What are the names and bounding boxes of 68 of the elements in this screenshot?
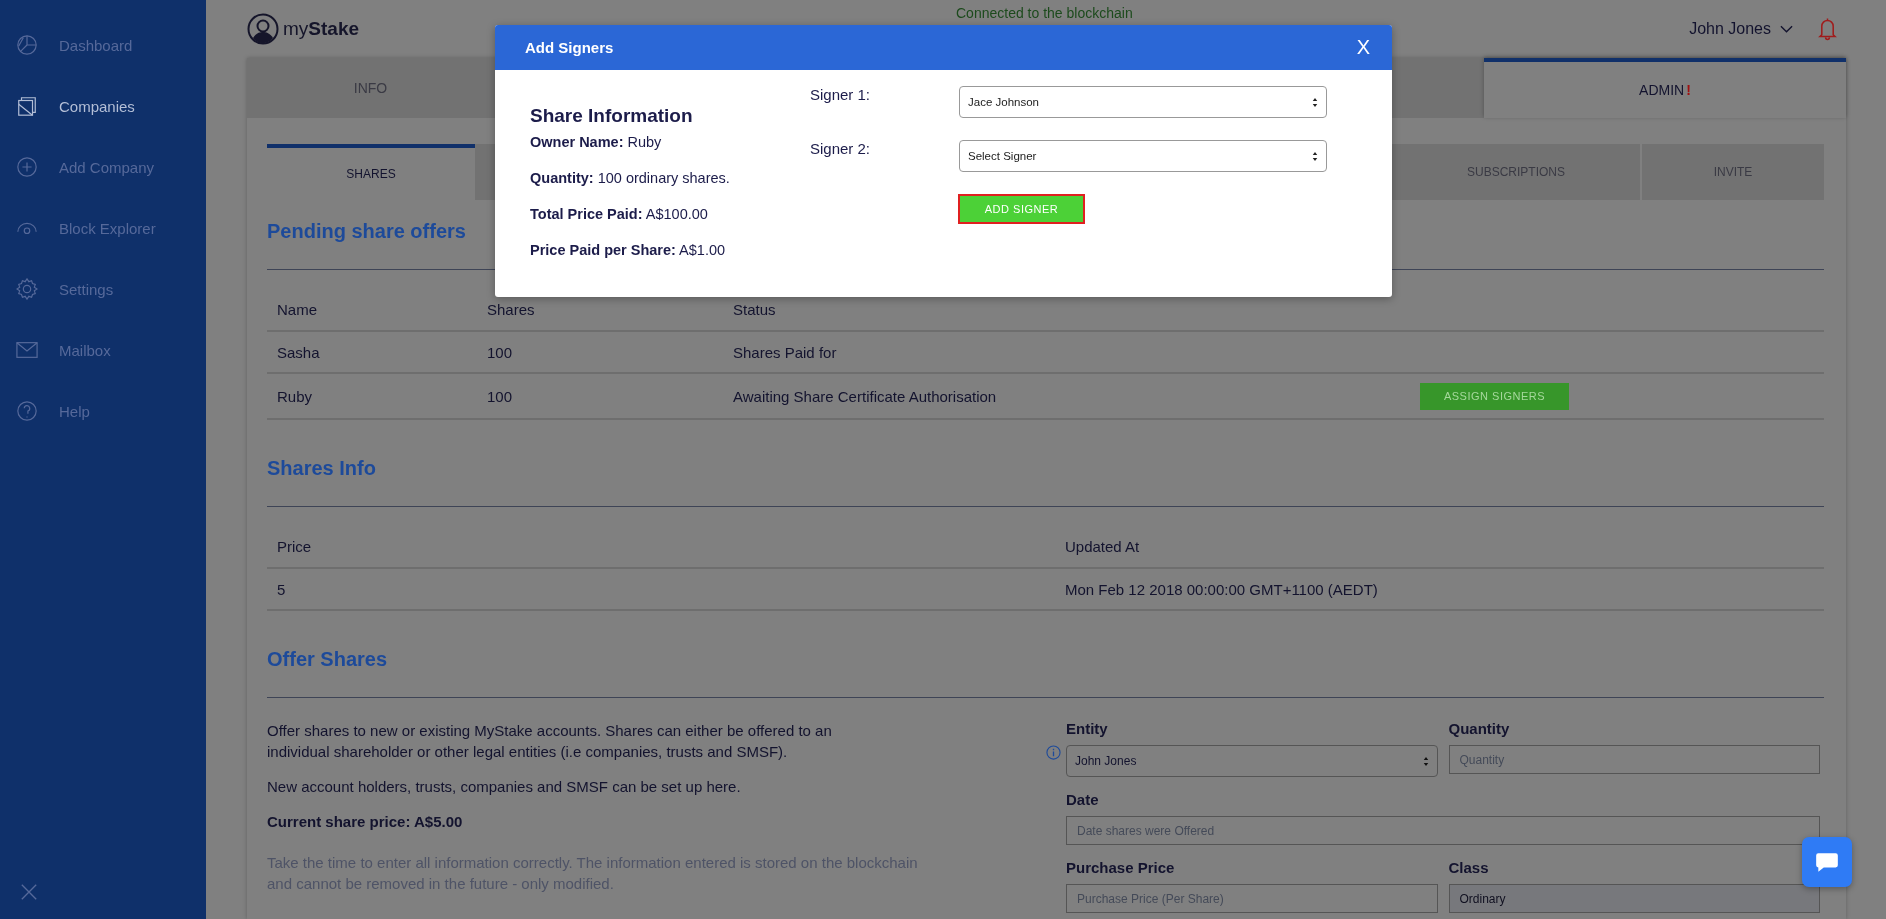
field-label: Purchase Price xyxy=(1066,859,1176,877)
field-label: Signer 2: xyxy=(810,140,872,158)
chat-button[interactable] xyxy=(1802,837,1852,887)
section-heading: Shares Info xyxy=(267,456,1824,507)
tab[interactable]: INVITE xyxy=(1642,144,1824,200)
table-cell: 100 xyxy=(477,373,723,419)
field-label: Class xyxy=(1448,859,1490,877)
paragraph: Current share price: A$5.00 xyxy=(267,812,464,832)
field-label: Signer 1: xyxy=(810,86,872,104)
mail-icon xyxy=(16,339,38,361)
signer-select[interactable]: Jace Johnson xyxy=(959,86,1327,118)
section-heading: Offer Shares xyxy=(267,647,1824,698)
table-cell: Sasha xyxy=(267,331,477,373)
input-field[interactable]: Purchase Price (Per Share) xyxy=(1066,884,1438,913)
table-cell: Ruby xyxy=(267,373,477,419)
sidebar-item[interactable]: Companies xyxy=(0,94,206,118)
sidebar-item[interactable]: Settings xyxy=(0,277,206,301)
signer-select[interactable]: Select Signer xyxy=(959,140,1327,172)
column-header: Updated At xyxy=(1055,507,1824,568)
tab[interactable]: SHARES xyxy=(267,144,475,200)
field-label: Entity xyxy=(1066,720,1109,738)
dialog-title: Add Signers xyxy=(525,39,614,56)
sidebar-item[interactable]: Add Company xyxy=(0,155,206,179)
table-cell: Mon Feb 12 2018 00:00:00 GMT+1100 (AEDT) xyxy=(1055,568,1824,610)
column-header: Name xyxy=(267,270,477,331)
input-field[interactable]: Quantity xyxy=(1448,745,1820,774)
paragraph: New account holders, trusts, companies and SMSF can be set up here. xyxy=(267,777,742,797)
close-button[interactable]: X xyxy=(1352,36,1374,59)
connection-status: Connected to the blockchain xyxy=(956,5,1133,21)
tab[interactable]: INFO xyxy=(247,58,494,118)
help-icon xyxy=(16,400,38,422)
bell-icon[interactable] xyxy=(1818,17,1837,41)
add-signer-button[interactable]: ADD SIGNER xyxy=(958,194,1085,224)
select-arrows-icon xyxy=(1312,96,1318,108)
close-icon[interactable] xyxy=(20,883,38,901)
assign-signers-button[interactable]: ASSIGN SIGNERS xyxy=(1420,382,1569,410)
settings-icon xyxy=(16,278,38,300)
info-line: Owner Name: Ruby xyxy=(530,133,663,152)
pie-chart-icon xyxy=(16,34,38,56)
tab[interactable]: ADMIN! xyxy=(1484,58,1846,118)
paragraph: Offer shares to new or existing MyStake accounts. Shares can either be offered to an individual shareholder or other legal entities (i.e companies, trusts and SMSF). xyxy=(267,721,833,762)
chevron-down-icon xyxy=(1780,25,1793,33)
folder-icon xyxy=(16,95,38,117)
info-heading: Share Information xyxy=(530,104,694,128)
sidebar-item[interactable]: Help xyxy=(0,399,206,423)
logo-icon xyxy=(247,13,279,45)
table-cell: Shares Paid for xyxy=(723,331,1410,373)
info-line: Quantity: 100 ordinary shares. xyxy=(530,169,731,188)
sidebar-item[interactable]: Block Explorer xyxy=(0,216,206,240)
info-line: Price Paid per Share: A$1.00 xyxy=(530,241,727,260)
table-cell: Awaiting Share Certificate Authorisation xyxy=(723,373,1410,419)
entity-select[interactable]: John Jones xyxy=(1066,745,1438,777)
field-label: Quantity xyxy=(1448,720,1511,738)
input-field[interactable]: Date shares were Offered xyxy=(1066,816,1820,845)
user-menu[interactable]: John Jones xyxy=(1689,20,1793,38)
sidebar-item[interactable]: Dashboard xyxy=(0,33,206,57)
select-arrows-icon xyxy=(1422,755,1429,767)
table-cell: 100 xyxy=(477,331,723,373)
field-label: Date xyxy=(1066,791,1100,809)
sidebar-item[interactable]: Mailbox xyxy=(0,338,206,362)
input-field[interactable]: Ordinary xyxy=(1448,884,1820,913)
select-arrows-icon xyxy=(1312,150,1318,162)
logo-text: myStake xyxy=(283,18,360,40)
column-header: Price xyxy=(267,507,1055,568)
info-line: Total Price Paid: A$100.00 xyxy=(530,205,709,224)
info-icon[interactable] xyxy=(1046,745,1061,760)
table-cell: 5 xyxy=(267,568,1055,610)
add-icon xyxy=(16,156,38,178)
